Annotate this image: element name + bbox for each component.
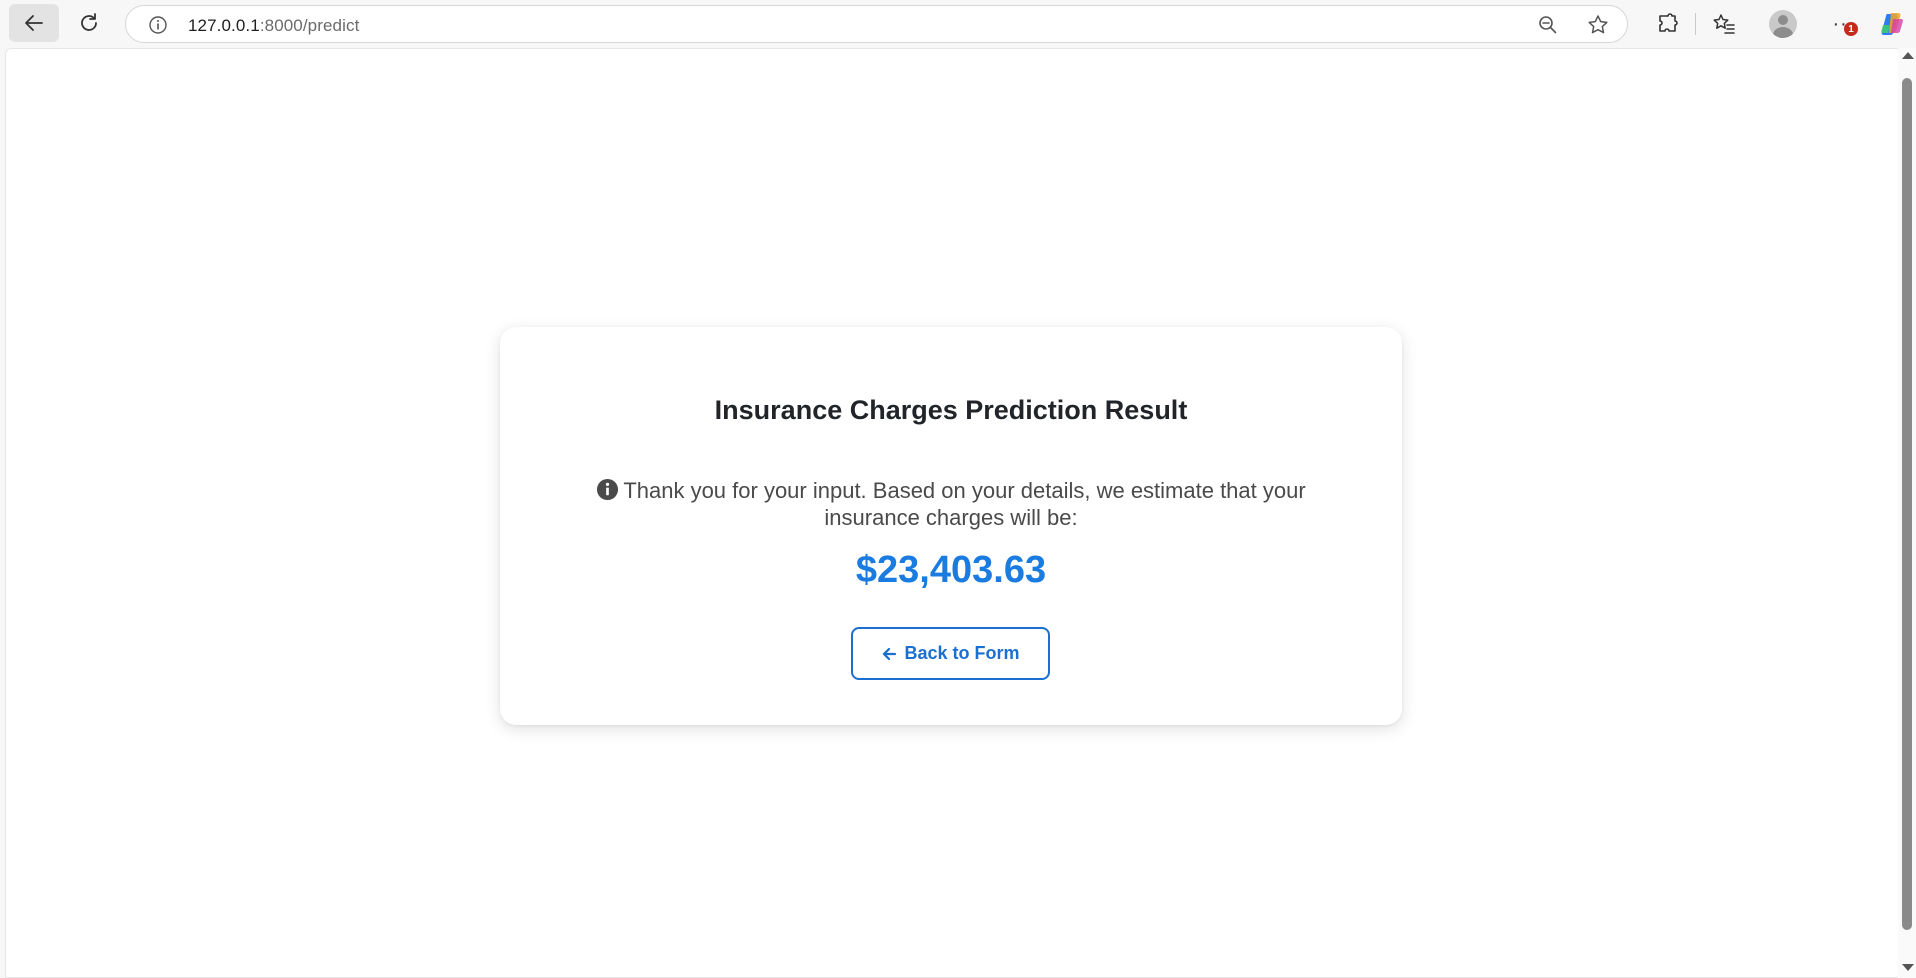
notification-badge: 1: [1844, 22, 1858, 36]
info-circle-icon: [148, 15, 167, 34]
reload-button[interactable]: [68, 4, 110, 42]
back-to-form-label: Back to Form: [904, 643, 1020, 663]
zoom-out-icon: [1539, 16, 1557, 34]
result-message-text: Thank you for your input. Based on your …: [623, 478, 1306, 530]
scroll-thumb[interactable]: [1902, 78, 1912, 930]
url-text[interactable]: 127.0.0.1:8000/predict: [188, 16, 359, 36]
toolbar-separator: [1695, 13, 1696, 35]
zoom-button[interactable]: [1537, 14, 1559, 36]
back-to-form-button[interactable]: Back to Form: [851, 627, 1050, 680]
info-circle-icon: [597, 478, 619, 501]
more-button[interactable]: ···: [1824, 6, 1864, 42]
arrow-left-icon: [883, 647, 897, 660]
back-button[interactable]: [9, 4, 59, 42]
arrow-left-icon: [25, 15, 43, 31]
url-host: 127.0.0.1: [188, 16, 260, 35]
browser-toolbar: 127.0.0.1:8000/predict ··· 1: [0, 0, 1916, 47]
url-path: :8000/predict: [259, 16, 360, 35]
extensions-button[interactable]: [1650, 6, 1686, 42]
predicted-amount: $23,403.63: [855, 549, 1047, 591]
result-card: Insurance Charges Prediction Result Than…: [500, 327, 1402, 725]
copilot-icon: [1881, 13, 1903, 35]
copilot-button[interactable]: [1874, 6, 1910, 42]
vertical-scrollbar[interactable]: [1898, 48, 1916, 978]
favorites-button[interactable]: [1706, 6, 1742, 42]
site-info-button[interactable]: [147, 14, 168, 35]
star-icon: [1588, 15, 1608, 34]
result-message: Thank you for your input. Based on your …: [580, 477, 1322, 531]
scroll-up-arrow-icon[interactable]: [1902, 52, 1914, 59]
reload-icon: [81, 13, 97, 31]
result-title: Insurance Charges Prediction Result: [714, 395, 1188, 425]
address-bar[interactable]: 127.0.0.1:8000/predict: [125, 5, 1628, 43]
puzzle-icon: [1659, 13, 1678, 32]
favorite-button[interactable]: [1586, 13, 1610, 37]
scroll-down-arrow-icon[interactable]: [1902, 964, 1914, 971]
profile-button[interactable]: [1765, 6, 1801, 42]
favorites-list-icon: [1713, 14, 1735, 34]
avatar-icon: [1769, 10, 1797, 38]
